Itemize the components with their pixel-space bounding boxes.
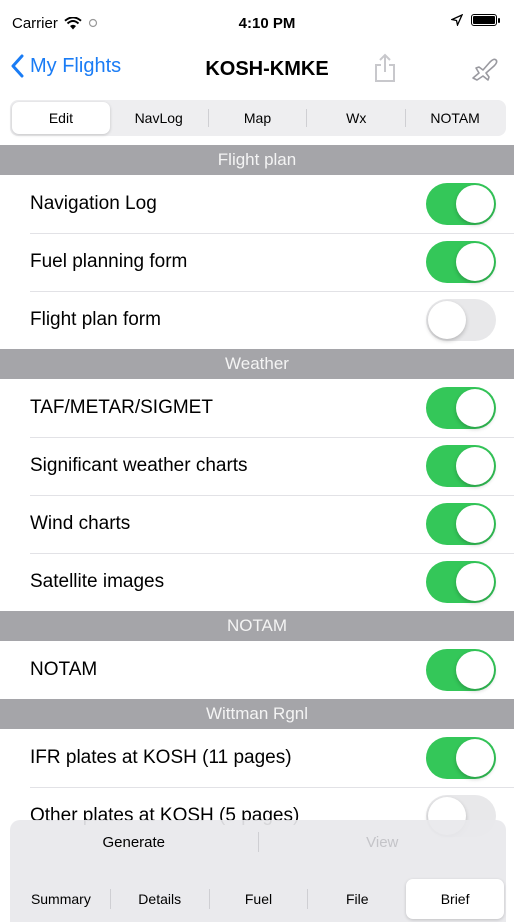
section-header-flight-plan: Flight plan — [0, 145, 514, 175]
option-row-notam: NOTAM — [0, 641, 514, 699]
status-right — [451, 14, 500, 26]
option-label: Wind charts — [30, 513, 131, 534]
carrier-label: Carrier — [12, 14, 58, 32]
section-header-notam: NOTAM — [0, 611, 514, 641]
option-row-wind-charts: Wind charts — [0, 495, 514, 553]
option-label: TAF/METAR/SIGMET — [30, 397, 213, 418]
tab-file[interactable]: File — [308, 879, 406, 919]
tab-map[interactable]: Map — [209, 102, 307, 134]
tab-wx-label: Wx — [346, 110, 367, 126]
option-label: IFR plates at KOSH (11 pages) — [30, 747, 292, 768]
toggle-knob — [456, 563, 494, 601]
briefing-options-list: Flight plan Navigation Log Fuel planning… — [0, 145, 514, 845]
status-left: Carrier — [12, 15, 172, 32]
tab-navlog[interactable]: NavLog — [110, 102, 208, 134]
battery-tip — [498, 17, 500, 23]
tab-details-label: Details — [138, 891, 182, 907]
tab-brief-label: Brief — [440, 891, 470, 907]
section-header-wittman-rgnl: Wittman Rgnl — [0, 699, 514, 729]
tab-edit[interactable]: Edit — [12, 102, 110, 134]
flight-plan-form-toggle[interactable] — [426, 299, 496, 341]
toggle-knob — [456, 651, 494, 689]
tab-navlog-label: NavLog — [134, 110, 183, 126]
option-label: Significant weather charts — [30, 455, 248, 476]
tab-wx[interactable]: Wx — [307, 102, 405, 134]
tab-map-label: Map — [243, 110, 272, 126]
option-row-navigation-log: Navigation Log — [0, 175, 514, 233]
option-label: Satellite images — [30, 571, 165, 592]
section-header-weather: Weather — [0, 349, 514, 379]
taf-metar-sigmet-toggle[interactable] — [426, 387, 496, 429]
bottom-toolbar: Generate View Summary Details Fuel File … — [10, 820, 506, 922]
option-label: Navigation Log — [30, 193, 157, 214]
option-row-ifr-plates: IFR plates at KOSH (11 pages) — [0, 729, 514, 787]
tab-notam[interactable]: NOTAM — [406, 102, 504, 134]
option-row-significant-weather-charts: Significant weather charts — [0, 437, 514, 495]
tab-summary[interactable]: Summary — [12, 879, 110, 919]
option-row-taf-metar-sigmet: TAF/METAR/SIGMET — [0, 379, 514, 437]
tab-details[interactable]: Details — [111, 879, 209, 919]
tab-brief[interactable]: Brief — [406, 879, 504, 919]
toggle-knob — [456, 389, 494, 427]
significant-weather-charts-toggle[interactable] — [426, 445, 496, 487]
toggle-knob — [456, 243, 494, 281]
wind-charts-toggle[interactable] — [426, 503, 496, 545]
action-row: Generate View — [10, 820, 506, 864]
option-row-satellite-images: Satellite images — [0, 553, 514, 611]
tab-fuel[interactable]: Fuel — [210, 879, 308, 919]
toggle-knob — [456, 739, 494, 777]
tab-summary-label: Summary — [30, 891, 91, 907]
option-label: NOTAM — [30, 659, 98, 680]
status-bar: Carrier 4:10 PM — [0, 0, 514, 46]
page-title: KOSH-KMKE — [205, 58, 329, 80]
toggle-knob — [456, 447, 494, 485]
generate-button[interactable]: Generate — [10, 834, 258, 851]
option-label: Fuel planning form — [30, 251, 188, 272]
satellite-images-toggle[interactable] — [426, 561, 496, 603]
tab-edit-label: Edit — [48, 110, 73, 126]
fuel-planning-form-toggle[interactable] — [426, 241, 496, 283]
tab-notam-label: NOTAM — [430, 110, 480, 126]
option-row-flight-plan-form: Flight plan form — [0, 291, 514, 349]
bottom-tabs: Summary Details Fuel File Brief — [12, 878, 504, 920]
option-row-fuel-planning-form: Fuel planning form — [0, 233, 514, 291]
navigation-bar: My Flights KOSH-KMKE — [0, 46, 514, 94]
view-button[interactable]: View — [259, 834, 507, 851]
toggle-knob — [456, 185, 494, 223]
battery-icon — [471, 14, 497, 26]
toggle-knob — [428, 301, 466, 339]
navigation-log-toggle[interactable] — [426, 183, 496, 225]
notam-toggle[interactable] — [426, 649, 496, 691]
tab-fuel-label: Fuel — [244, 891, 273, 907]
view-tabs: Edit NavLog Map Wx NOTAM — [10, 100, 506, 136]
ifr-plates-toggle[interactable] — [426, 737, 496, 779]
airplane-icon[interactable] — [470, 56, 500, 82]
wifi-icon — [64, 16, 82, 29]
status-time: 4:10 PM — [238, 14, 296, 32]
location-arrow-icon — [451, 14, 463, 26]
toggle-knob — [456, 505, 494, 543]
option-label: Flight plan form — [30, 309, 161, 330]
activity-icon — [88, 18, 97, 28]
share-icon[interactable] — [372, 52, 398, 84]
tab-file-label: File — [346, 891, 369, 907]
